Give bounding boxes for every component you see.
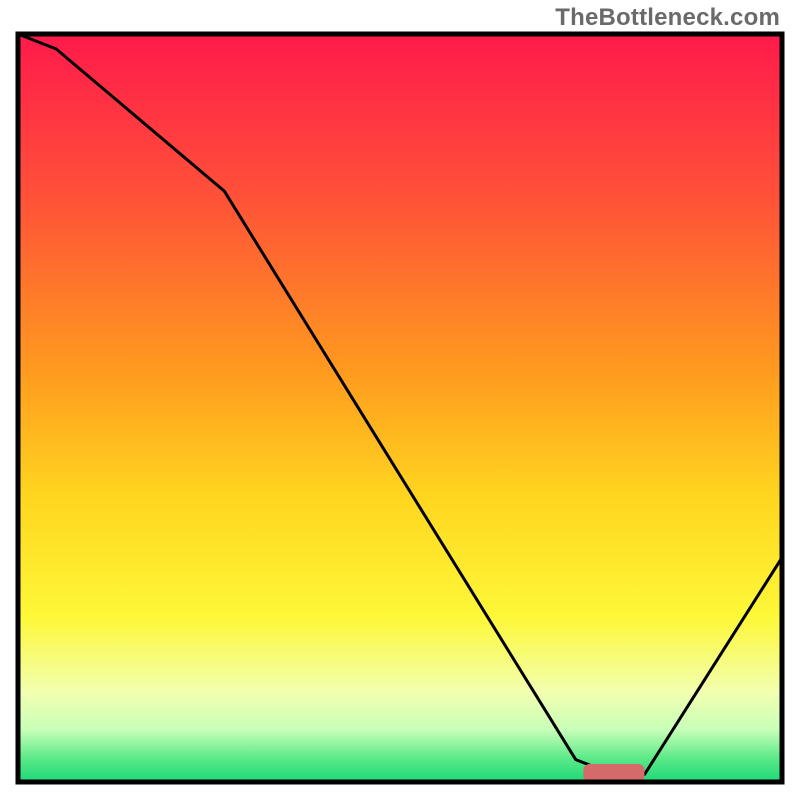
optimal-range-marker xyxy=(583,764,644,782)
plot-area xyxy=(18,34,782,782)
watermark-text: TheBottleneck.com xyxy=(555,4,780,32)
gradient-background xyxy=(18,34,782,782)
bottleneck-chart xyxy=(0,0,800,800)
